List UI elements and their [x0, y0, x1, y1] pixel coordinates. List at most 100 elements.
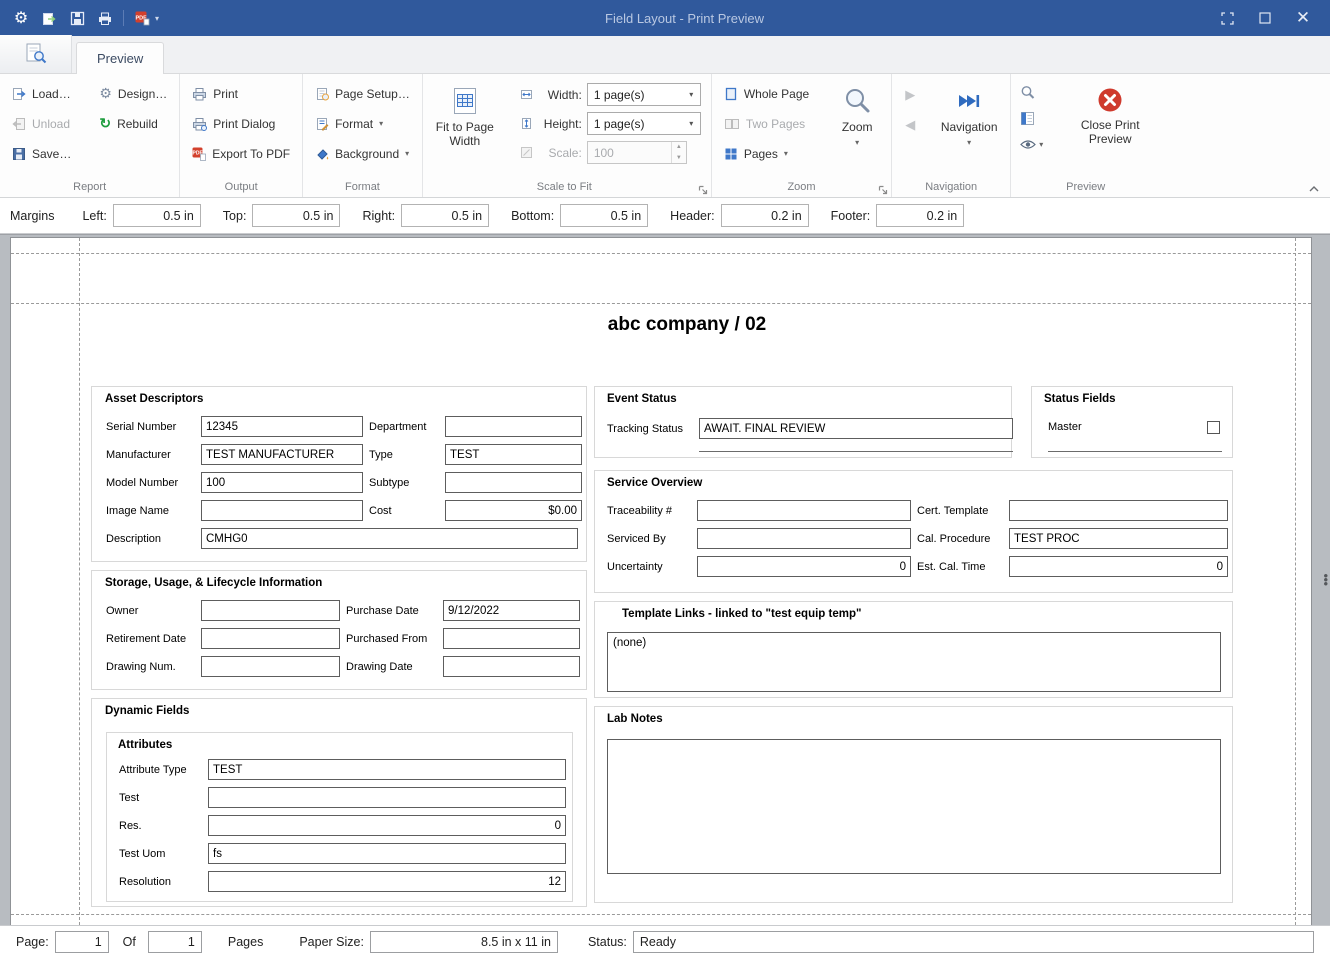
group-label-format: Format: [308, 179, 417, 197]
tab-preview[interactable]: Preview: [76, 42, 164, 74]
scale-spinner[interactable]: 100 ▲▼: [587, 141, 687, 164]
load-button[interactable]: Load…: [5, 81, 78, 106]
owner-label: Owner: [106, 605, 195, 617]
height-select[interactable]: 1 page(s) ▾: [587, 112, 701, 135]
pages-label: Pages: [228, 935, 263, 949]
pages-button[interactable]: Pages ▾: [717, 141, 816, 166]
settings-gear-icon[interactable]: ⚙: [8, 5, 34, 31]
navigation-icon: [954, 86, 984, 116]
next-page-icon[interactable]: ▶: [897, 87, 923, 103]
design-gear-icon: ⚙: [99, 85, 112, 102]
ribbon-group-preview: ▾ Close Print Preview Preview: [1011, 74, 1160, 197]
res-value: 0: [208, 815, 566, 836]
bottom-margin-guide: [11, 914, 1311, 915]
whole-page-icon: [724, 87, 738, 101]
background-button[interactable]: Background ▾: [308, 141, 417, 166]
unload-label: Unload: [32, 117, 70, 131]
pdf-export-icon[interactable]: PDF: [129, 5, 155, 31]
previous-page-icon[interactable]: ◀: [897, 117, 923, 133]
description-value: CMHG0: [201, 528, 578, 549]
preview-page[interactable]: abc company / 02 Asset Descriptors Seria…: [10, 237, 1312, 925]
navigation-label: Navigation: [941, 120, 998, 134]
fit-to-page-width-button[interactable]: Fit to Page Width: [428, 81, 502, 149]
zoom-dialog-launcher-icon[interactable]: [878, 185, 888, 195]
collapse-ribbon-icon[interactable]: [1308, 185, 1320, 193]
margin-right-input[interactable]: 0.5 in: [401, 204, 489, 227]
cal-procedure-value: TEST PROC: [1009, 528, 1228, 549]
rebuild-icon: ↻: [99, 115, 111, 132]
purchased-from-value: [443, 628, 580, 649]
asset-descriptors-title: Asset Descriptors: [105, 393, 203, 405]
quick-print-icon[interactable]: [92, 5, 118, 31]
zoom-button[interactable]: Zoom ▾: [828, 81, 886, 148]
scale-spin-buttons[interactable]: ▲▼: [671, 142, 686, 163]
est-cal-time-value: 0: [1009, 556, 1228, 577]
close-print-preview-icon: [1096, 86, 1124, 114]
print-dialog-button[interactable]: Print Dialog: [185, 111, 297, 136]
print-button[interactable]: Print: [185, 81, 297, 106]
est-cal-time-label: Est. Cal. Time: [917, 561, 1003, 573]
window-controls: ✕: [1210, 4, 1330, 32]
close-print-preview-button[interactable]: Close Print Preview: [1065, 81, 1155, 147]
margin-bottom-input[interactable]: 0.5 in: [560, 204, 648, 227]
save-icon[interactable]: [64, 5, 90, 31]
pages-dropdown-icon: ▾: [784, 149, 788, 158]
master-checkbox: [1207, 421, 1220, 434]
design-button[interactable]: ⚙ Design…: [92, 81, 174, 106]
maximize-icon[interactable]: [1248, 4, 1282, 32]
save-report-label: Save…: [32, 147, 71, 161]
resolution-label: Resolution: [119, 876, 202, 888]
group-label-preview: Preview: [1016, 179, 1155, 197]
storage-title: Storage, Usage, & Lifecycle Information: [105, 577, 322, 589]
page-setup-button[interactable]: Page Setup…: [308, 81, 417, 106]
drawing-num-label: Drawing Num.: [106, 661, 195, 673]
document-map-button[interactable]: [1016, 109, 1047, 127]
rebuild-label: Rebuild: [117, 117, 158, 131]
test-value: [208, 787, 566, 808]
page-number-input[interactable]: 1: [55, 931, 109, 953]
app-button[interactable]: [0, 35, 72, 73]
width-dropdown-icon[interactable]: ▾: [683, 84, 700, 105]
status-value-box: Ready: [633, 931, 1314, 953]
department-label: Department: [369, 421, 439, 433]
master-label: Master: [1048, 421, 1082, 433]
ribbon-tab-row: Preview: [0, 36, 1330, 74]
scale-to-fit-dialog-launcher-icon[interactable]: [698, 185, 708, 195]
purchase-date-label: Purchase Date: [346, 605, 437, 617]
report-title: abc company / 02: [79, 314, 1295, 336]
ribbon: Load… Unload Save… ⚙ Design…: [0, 74, 1330, 198]
rebuild-button[interactable]: ↻ Rebuild: [92, 111, 174, 136]
pages-label: Pages: [744, 147, 778, 161]
width-select[interactable]: 1 page(s) ▾: [587, 83, 701, 106]
lab-notes-box: [607, 739, 1221, 874]
two-pages-button[interactable]: Two Pages: [717, 111, 816, 136]
save-report-button[interactable]: Save…: [5, 141, 78, 166]
quick-access-toolbar: ⚙ PDF ▾: [0, 5, 159, 31]
fullscreen-icon[interactable]: [1210, 4, 1244, 32]
status-label: Status:: [588, 935, 627, 949]
spin-down-icon[interactable]: ▼: [672, 153, 686, 164]
navigation-button[interactable]: Navigation ▾: [933, 81, 1005, 148]
export-pdf-button[interactable]: PDF Export To PDF: [185, 141, 297, 166]
height-dropdown-icon[interactable]: ▾: [683, 113, 700, 134]
whole-page-button[interactable]: Whole Page: [717, 81, 816, 106]
ribbon-group-format: Page Setup… Format ▾ Background ▾ Format: [303, 74, 423, 197]
load-layout-icon[interactable]: [36, 5, 62, 31]
splitter-handle[interactable]: •••: [1323, 574, 1328, 586]
visibility-button[interactable]: ▾: [1016, 135, 1047, 153]
dynamic-fields-title: Dynamic Fields: [105, 705, 189, 717]
fit-to-page-width-icon: [450, 86, 480, 116]
service-overview-title: Service Overview: [607, 477, 702, 489]
attribute-type-value: TEST: [208, 759, 566, 780]
margin-left-input[interactable]: 0.5 in: [113, 204, 201, 227]
margin-top-input[interactable]: 0.5 in: [252, 204, 340, 227]
attributes-title: Attributes: [118, 739, 172, 751]
search-button[interactable]: [1016, 83, 1047, 101]
margin-header-input[interactable]: 0.2 in: [721, 204, 809, 227]
unload-button[interactable]: Unload: [5, 111, 78, 136]
margin-footer-input[interactable]: 0.2 in: [876, 204, 964, 227]
close-icon[interactable]: ✕: [1286, 4, 1320, 32]
spin-up-icon[interactable]: ▲: [672, 142, 686, 153]
margin-bottom-label: Bottom:: [511, 209, 554, 223]
format-button[interactable]: Format ▾: [308, 111, 417, 136]
